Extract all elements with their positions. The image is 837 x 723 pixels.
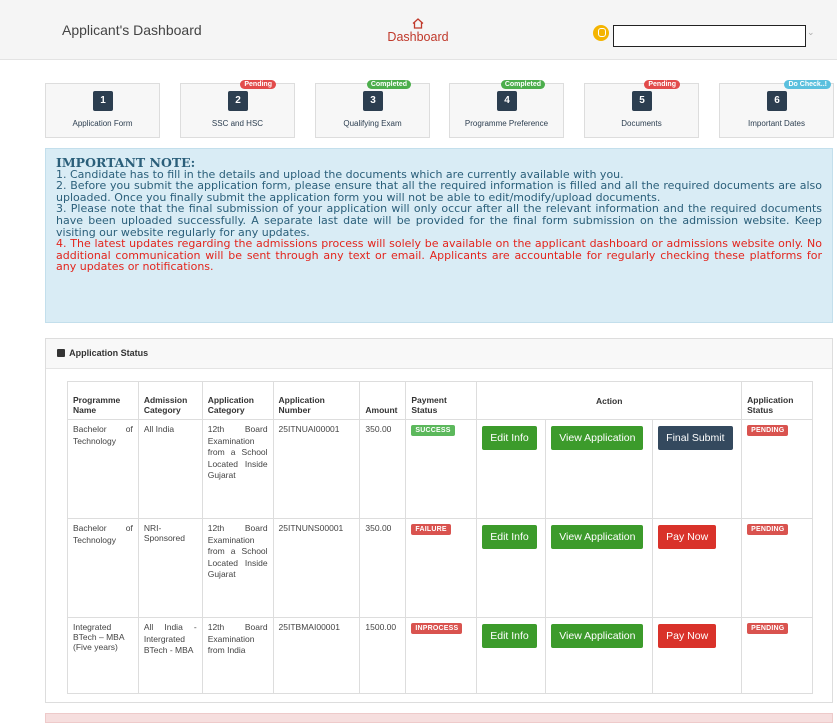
step-label: Application Form	[72, 119, 133, 128]
payment-status-badge: SUCCESS	[411, 425, 455, 436]
table-row: Bachelor of Technology NRI-Sponsored 12t…	[67, 518, 813, 618]
user-name-box[interactable]	[613, 25, 806, 47]
status-badge: Do Check..!	[784, 80, 831, 89]
application-status-table: Programme Name Admission Category Applic…	[67, 381, 813, 694]
step-ssc-hsc[interactable]: Pending 2 SSC and HSC	[180, 80, 295, 138]
action-cell: Edit Info	[476, 518, 547, 618]
table-row: Integrated BTech – MBA (Five years) All …	[67, 617, 813, 694]
step-important-dates[interactable]: Do Check..! 6 Important Dates	[719, 80, 834, 138]
view-application-button[interactable]: View Application	[551, 426, 644, 450]
col-header: Programme Name	[67, 381, 139, 420]
action-cell: Edit Info	[476, 617, 547, 694]
important-note: IMPORTANT NOTE: 1. Candidate has to fill…	[45, 148, 833, 323]
payment-status-cell: INPROCESS	[405, 617, 478, 694]
col-header: Application Category	[201, 381, 274, 420]
payment-status-cell: FAILURE	[405, 518, 478, 618]
note-title: IMPORTANT NOTE:	[56, 155, 196, 170]
step-number: 1	[93, 91, 113, 111]
note-item: 2. Before you submit the application for…	[56, 179, 822, 204]
app-status-cell: PENDING	[741, 518, 813, 618]
step-number: 5	[632, 91, 652, 111]
status-badge: Completed	[500, 80, 545, 89]
action-cell: View Application	[545, 518, 654, 618]
pay-now-button[interactable]: Pay Now	[658, 624, 717, 648]
step-label: Important Dates	[748, 119, 805, 128]
amount: 350.00	[359, 518, 407, 618]
note-item: 3. Please note that the final submission…	[56, 202, 822, 239]
step-number: 2	[228, 91, 248, 111]
status-badge: Pending	[240, 80, 276, 89]
step-number: 6	[767, 91, 787, 111]
action-cell: View Application	[545, 419, 654, 519]
dashboard-link-label: Dashboard	[387, 30, 449, 44]
top-header: Applicant's Dashboard Dashboard ⌄	[0, 0, 837, 60]
app-status-cell: PENDING	[741, 419, 813, 519]
note-item-warning: 4. The latest updates regarding the admi…	[56, 237, 822, 274]
status-badge: Pending	[644, 80, 680, 89]
step-programme-preference[interactable]: Completed 4 Programme Preference	[449, 80, 564, 138]
admission-category: All India	[137, 419, 203, 519]
col-header: Payment Status	[405, 381, 478, 420]
view-application-button[interactable]: View Application	[551, 525, 644, 549]
col-header: Application Number	[272, 381, 361, 420]
action-cell: View Application	[545, 617, 654, 694]
chevron-down-icon[interactable]: ⌄	[807, 28, 815, 38]
step-documents[interactable]: Pending 5 Documents	[584, 80, 699, 138]
application-status-panel: Application Status Programme Name Admiss…	[45, 338, 833, 703]
table-header-row: Programme Name Admission Category Applic…	[67, 381, 813, 420]
step-qualifying-exam[interactable]: Completed 3 Qualifying Exam	[315, 80, 430, 138]
step-label: Documents	[621, 119, 662, 128]
application-number: 25ITBMAI00001	[272, 617, 361, 694]
table-row: Bachelor of Technology All India 12th Bo…	[67, 419, 813, 519]
step-number: 4	[497, 91, 517, 111]
view-application-button[interactable]: View Application	[551, 624, 644, 648]
programme-name: Bachelor of Technology	[67, 518, 139, 618]
home-icon	[412, 18, 424, 29]
application-category: 12th Board Examination from India	[201, 617, 274, 694]
application-category: 12th Board Examination from a School Loc…	[201, 419, 274, 519]
application-category: 12th Board Examination from a School Loc…	[201, 518, 274, 618]
final-submit-button[interactable]: Final Submit	[658, 426, 733, 450]
edit-info-button[interactable]: Edit Info	[482, 426, 537, 450]
user-icon	[593, 25, 609, 41]
app-status-cell: PENDING	[741, 617, 813, 694]
app-title: Applicant's Dashboard	[62, 22, 202, 38]
edit-icon	[57, 349, 65, 357]
payment-status-badge: FAILURE	[411, 524, 451, 535]
payment-status-cell: SUCCESS	[405, 419, 478, 519]
amount: 1500.00	[359, 617, 407, 694]
application-status-badge: PENDING	[747, 524, 789, 535]
step-application-form[interactable]: 1 Application Form	[45, 83, 160, 138]
panel-title: Application Status	[69, 348, 149, 358]
alert-strip	[45, 713, 833, 723]
edit-info-button[interactable]: Edit Info	[482, 525, 537, 549]
application-status-badge: PENDING	[747, 425, 789, 436]
application-number: 25ITNUNS00001	[272, 518, 361, 618]
pay-now-button[interactable]: Pay Now	[658, 525, 717, 549]
step-label: Qualifying Exam	[343, 119, 402, 128]
application-status-badge: PENDING	[747, 623, 789, 634]
application-number: 25ITNUAI00001	[272, 419, 361, 519]
col-header: Amount	[359, 381, 407, 420]
amount: 350.00	[359, 419, 407, 519]
programme-name: Bachelor of Technology	[67, 419, 139, 519]
admission-category: All India - Intergrated BTech - MBA	[137, 617, 203, 694]
step-label: Programme Preference	[464, 119, 549, 128]
payment-status-badge: INPROCESS	[411, 623, 463, 634]
dashboard-link[interactable]: Dashboard	[383, 18, 453, 44]
action-cell: Edit Info	[476, 419, 547, 519]
action-cell: Pay Now	[652, 518, 743, 618]
panel-heading: Application Status	[46, 339, 832, 369]
action-cell: Final Submit	[652, 419, 743, 519]
col-header: Application Status	[741, 381, 813, 420]
col-header: Action	[476, 381, 743, 420]
programme-name: Integrated BTech – MBA (Five years)	[67, 617, 139, 694]
action-cell: Pay Now	[652, 617, 743, 694]
status-badge: Completed	[366, 80, 411, 89]
step-label: SSC and HSC	[211, 119, 264, 128]
col-header: Admission Category	[137, 381, 203, 420]
admission-category: NRI-Sponsored	[137, 518, 203, 618]
edit-info-button[interactable]: Edit Info	[482, 624, 537, 648]
step-number: 3	[363, 91, 383, 111]
